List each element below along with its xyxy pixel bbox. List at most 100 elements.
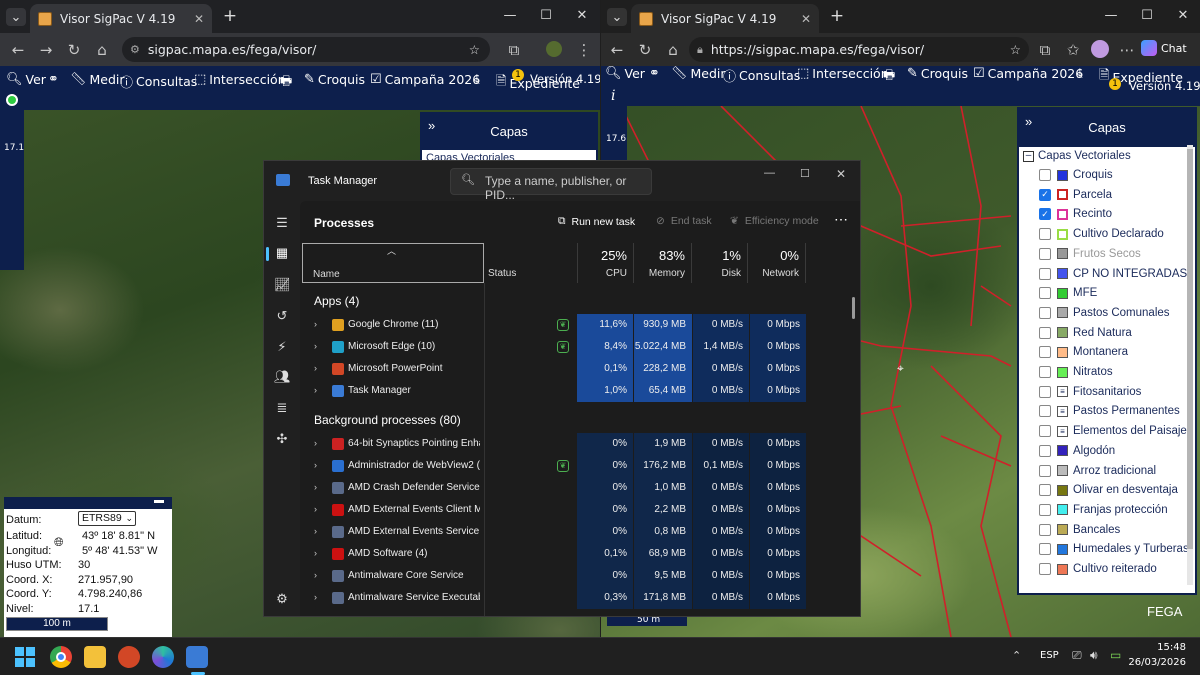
settings-gear-icon[interactable]: ⚙ — [274, 591, 290, 607]
download-button[interactable]: ⤓ — [474, 72, 480, 87]
layer-checkbox[interactable] — [1039, 228, 1051, 241]
process-row[interactable]: › Google Chrome (11) ❦ 11,6% 930,9 MB 0 MB/s 0… — [300, 314, 860, 336]
expand-chevron-icon[interactable]: › — [314, 592, 317, 602]
home-icon[interactable]: ⌂ — [88, 41, 116, 59]
collapse-icon[interactable]: » — [428, 110, 435, 144]
layer-checkbox[interactable] — [1039, 287, 1051, 300]
expand-chevron-icon[interactable]: › — [314, 570, 317, 580]
layer-checkbox[interactable] — [1039, 444, 1051, 457]
reload-icon[interactable]: ↻ — [60, 41, 88, 59]
minimize-panel-icon[interactable]: ▬ — [154, 495, 164, 506]
maximize-button[interactable]: ☐ — [800, 167, 810, 180]
interseccion-button[interactable]: ⬚ Intersección — [797, 66, 889, 81]
layer-item[interactable]: Cultivo reiterado — [1039, 563, 1157, 575]
layer-checkbox[interactable] — [1039, 484, 1051, 497]
expand-chevron-icon[interactable]: › — [314, 363, 317, 373]
close-button[interactable]: ✕ — [836, 167, 846, 181]
menu-ellipsis-icon[interactable]: ⋯ — [1113, 41, 1141, 59]
close-tab-icon[interactable]: ✕ — [194, 12, 204, 26]
extensions-icon[interactable]: ⧉ — [500, 41, 528, 59]
layer-item[interactable]: CP NO INTEGRADAS — [1039, 267, 1187, 280]
capas-vectoriales-group[interactable]: – Capas Vectoriales — [1023, 150, 1131, 162]
process-row[interactable]: › Administrador de WebView2 (... ❦ 0% 176,2 … — [300, 455, 860, 477]
speaker-icon[interactable]: 🔊︎ — [1090, 648, 1098, 663]
campana-button[interactable]: ☑ Campaña 2026 — [370, 72, 480, 87]
col-name[interactable]: ︿ Name — [302, 243, 484, 283]
expand-chevron-icon[interactable]: › — [314, 319, 317, 329]
minimize-button[interactable]: — — [500, 8, 520, 23]
layer-item[interactable]: ≡ Elementos del Paisaje — [1039, 425, 1187, 438]
bookmark-star-icon[interactable]: ☆ — [469, 42, 480, 57]
campana-button[interactable]: ☑ Campaña 2026 — [973, 66, 1083, 81]
layer-checkbox[interactable] — [1039, 503, 1051, 516]
layer-item[interactable]: Red Natura — [1039, 326, 1132, 339]
layer-checkbox[interactable] — [1039, 326, 1051, 339]
print-button[interactable]: 🖶 — [883, 66, 895, 88]
expand-chevron-icon[interactable]: › — [314, 482, 317, 492]
efficiency-mode-button[interactable]: ❦ Efficiency mode — [730, 215, 819, 227]
info-italic-icon[interactable]: i — [611, 88, 615, 104]
process-row[interactable]: › AMD External Events Service ... 0% 0,8 MB… — [300, 521, 860, 543]
maximize-button[interactable]: ☐ — [536, 8, 556, 23]
close-window-button[interactable]: ✕ — [1173, 8, 1193, 23]
task-manager-icon[interactable] — [186, 646, 208, 668]
process-row[interactable]: › Antimalware Core Service 0% 9,5 MB 0 MB/s 0… — [300, 565, 860, 587]
process-row[interactable]: › Antimalware Service Executable 0,3% 171,8… — [300, 587, 860, 609]
expand-chevron-icon[interactable]: › — [314, 526, 317, 536]
layer-item[interactable]: Croquis — [1039, 169, 1113, 181]
expand-chevron-icon[interactable]: › — [314, 460, 317, 470]
close-window-button[interactable]: ✕ — [572, 8, 592, 23]
tm-scrollbar-thumb[interactable] — [852, 297, 855, 319]
tab-sigpac-right[interactable]: Visor SigPac V 4.19 ✕ — [631, 4, 819, 33]
search-input[interactable]: 🔍︎ Type a name, publisher, or PID... — [450, 168, 652, 202]
url-field[interactable]: ⚙ sigpac.mapa.es/fega/visor/ ☆ — [122, 37, 490, 62]
profile-avatar[interactable] — [546, 41, 562, 57]
windows-start-icon[interactable] — [14, 646, 36, 668]
layer-item[interactable]: Pastos Comunales — [1039, 306, 1170, 319]
scrollbar-thumb[interactable] — [1187, 149, 1193, 549]
language-indicator[interactable]: ESP — [1040, 650, 1059, 661]
layer-checkbox[interactable] — [1039, 385, 1051, 398]
expand-chevron-icon[interactable]: › — [314, 504, 317, 514]
zoom-slider[interactable]: 17.1 — [0, 110, 24, 270]
binoculars-button[interactable]: ⚭ — [649, 66, 660, 81]
layer-checkbox[interactable] — [1039, 543, 1051, 556]
globe-icon[interactable]: 🌐︎ — [54, 535, 64, 550]
home-icon[interactable]: ⌂ — [659, 41, 687, 59]
process-row[interactable]: › AMD External Events Client M... 0% 2,2 MB… — [300, 499, 860, 521]
tab-sigpac[interactable]: Visor SigPac V 4.19 ✕ — [30, 4, 212, 33]
services-icon[interactable]: ✣ — [274, 431, 290, 447]
medir-button[interactable]: 📏︎ Medir — [671, 66, 726, 81]
process-row[interactable]: › Microsoft PowerPoint 0,1% 228,2 MB 0 MB/s 0… — [300, 358, 860, 380]
croquis-button[interactable]: ✎ Croquis — [304, 72, 365, 87]
end-task-button[interactable]: ⊘ End task — [656, 215, 712, 227]
col-memory[interactable]: 83% Memory — [634, 243, 692, 283]
clock-time[interactable]: 15:48 — [1146, 642, 1186, 653]
processes-icon[interactable]: ▦ — [274, 245, 290, 261]
expand-chevron-icon[interactable]: › — [314, 438, 317, 448]
hamburger-icon[interactable]: ☰ — [274, 215, 290, 231]
new-tab-button[interactable]: + — [220, 6, 240, 26]
favorite-star-icon[interactable]: ☆ — [1010, 42, 1021, 57]
process-row[interactable]: › AMD Crash Defender Service 0% 1,0 MB 0 MB/… — [300, 477, 860, 499]
menu-kebab-icon[interactable]: ⋮ — [570, 41, 598, 59]
layer-item[interactable]: Algodón — [1039, 444, 1115, 457]
users-icon[interactable]: 👥︎ — [274, 369, 291, 385]
back-icon[interactable]: ← — [4, 41, 32, 59]
expand-chevron-icon[interactable]: › — [314, 341, 317, 351]
layer-item[interactable]: Olivar en desventaja — [1039, 484, 1178, 497]
datum-select[interactable]: ETRS89 ⌄ — [78, 511, 136, 526]
layer-item[interactable]: Arroz tradicional — [1039, 464, 1156, 477]
layer-checkbox[interactable] — [1039, 366, 1051, 378]
layer-item[interactable]: Frutos Secos — [1039, 247, 1141, 260]
forward-icon[interactable]: → — [32, 41, 60, 59]
file-explorer-icon[interactable] — [84, 646, 106, 668]
layer-item[interactable]: ✓ Parcela — [1039, 188, 1112, 201]
col-status[interactable]: Status — [484, 243, 578, 283]
layer-checkbox[interactable] — [1039, 306, 1051, 319]
powerpoint-icon[interactable] — [118, 646, 140, 668]
clock-date[interactable]: 26/03/2026 — [1126, 657, 1186, 668]
col-disk[interactable]: 1% Disk — [692, 243, 748, 283]
process-row[interactable]: › AMD Software (4) 0,1% 68,9 MB 0 MB/s 0 Mbps — [300, 543, 860, 565]
minimize-button[interactable]: — — [1101, 8, 1121, 23]
